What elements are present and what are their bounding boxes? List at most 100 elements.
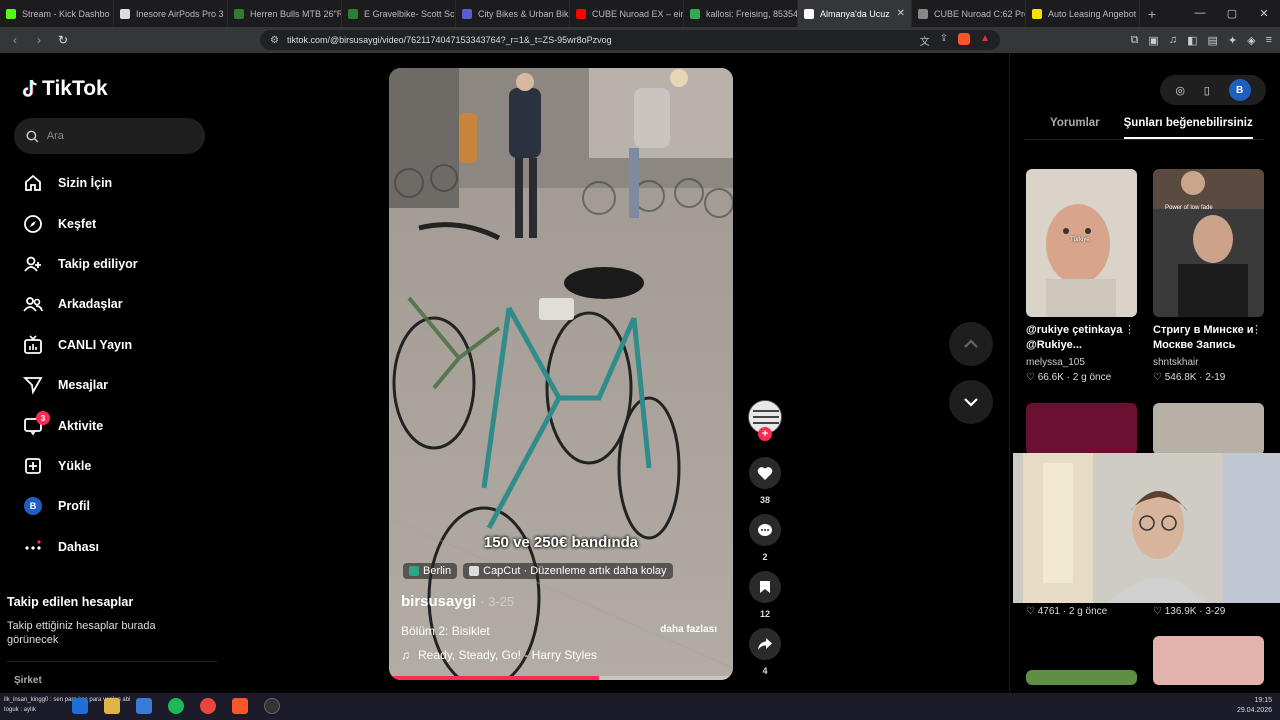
mobile-app-icon[interactable]: ▯ bbox=[1204, 84, 1210, 97]
close-tab-icon[interactable]: ✕ bbox=[897, 8, 905, 19]
capcut-tag[interactable]: CapCut · Düzenleme artık daha kolay bbox=[463, 563, 673, 579]
suggested-video-card[interactable] bbox=[1153, 403, 1264, 455]
url-text[interactable]: tiktok.com/@birsusaygi/video/76211740471… bbox=[287, 35, 612, 45]
store-icon[interactable] bbox=[136, 698, 152, 714]
sidebar-item-home[interactable]: Sizin İçin bbox=[22, 163, 138, 203]
tiktok-logo[interactable]: TikTok bbox=[22, 77, 108, 101]
menu-icon[interactable]: ≡ bbox=[1266, 34, 1272, 47]
sidebar-item-following[interactable]: Takip ediliyor bbox=[22, 244, 138, 284]
sidebar-item-live[interactable]: CANLI Yayın bbox=[22, 325, 138, 365]
video-thumbnail[interactable] bbox=[1026, 670, 1137, 685]
bookmark-icon bbox=[760, 581, 770, 593]
browser-tab[interactable]: Stream - Kick Dashbo bbox=[0, 0, 114, 27]
video-thumbnail[interactable] bbox=[1153, 636, 1264, 685]
browser-tab[interactable]: E Gravelbike- Scott Sc bbox=[342, 0, 456, 27]
notification-badge: 3 bbox=[36, 411, 50, 426]
sidebar-item-compass[interactable]: Keşfet bbox=[22, 203, 138, 243]
maximize-icon[interactable]: ▢ bbox=[1216, 7, 1248, 20]
video-author[interactable]: birsusaygi · 3-25 bbox=[401, 593, 514, 610]
obs-icon[interactable] bbox=[264, 698, 280, 714]
card-username[interactable]: shntskhair bbox=[1153, 357, 1264, 368]
close-window-icon[interactable]: ✕ bbox=[1248, 7, 1280, 20]
like-button[interactable] bbox=[749, 457, 781, 489]
spotify-icon[interactable] bbox=[168, 698, 184, 714]
save-button[interactable] bbox=[749, 571, 781, 603]
author-name[interactable]: birsusaygi bbox=[401, 593, 476, 610]
company-link[interactable]: Şirket bbox=[14, 675, 42, 686]
sidebar-toggle-icon[interactable]: ◧ bbox=[1187, 34, 1197, 47]
browser-tab[interactable]: City Bikes & Urban Bik bbox=[456, 0, 570, 27]
card-title[interactable]: @rukiye çetinkaya @Rukiye... bbox=[1026, 323, 1137, 353]
forward-icon[interactable]: › bbox=[32, 33, 46, 47]
more-options-icon[interactable]: ⋮ bbox=[1124, 323, 1135, 336]
leo-icon[interactable]: ✦ bbox=[1228, 34, 1237, 47]
coin-icon[interactable]: ◎ bbox=[1175, 84, 1185, 97]
translate-icon[interactable]: 文 bbox=[920, 33, 930, 48]
search-box[interactable] bbox=[14, 118, 205, 154]
site-info-icon[interactable]: ⚙ bbox=[270, 35, 279, 46]
follow-plus-button[interactable]: + bbox=[758, 427, 772, 441]
location-tag[interactable]: Berlin bbox=[403, 563, 458, 579]
card-title[interactable]: Стригу в Минске и Москве Запись п... bbox=[1153, 323, 1264, 353]
brave-shield-icon[interactable] bbox=[958, 32, 971, 45]
rewards-icon[interactable]: ▲ bbox=[980, 33, 990, 48]
browser-tab[interactable]: CUBE Nuroad EX – ein bbox=[570, 0, 684, 27]
video-thumbnail[interactable] bbox=[1153, 403, 1264, 455]
messages-icon bbox=[22, 374, 44, 396]
chrome-icon[interactable] bbox=[200, 698, 216, 714]
system-clock[interactable]: 19:15 29.04.2026 bbox=[1237, 696, 1272, 716]
user-avatar[interactable]: B bbox=[1228, 79, 1251, 101]
suggested-video-card[interactable] bbox=[1026, 403, 1137, 455]
suggested-video-card[interactable] bbox=[1026, 670, 1137, 685]
file-explorer-icon[interactable] bbox=[104, 698, 120, 714]
tab-favicon-icon bbox=[6, 8, 16, 19]
vpn-icon[interactable]: ◈ bbox=[1247, 34, 1255, 47]
suggested-video-card[interactable] bbox=[1153, 636, 1264, 685]
browser-tab[interactable]: Auto Leasing Angebot bbox=[1026, 0, 1140, 27]
tab-title: kallosi: Freising, 85354 bbox=[706, 8, 798, 19]
music-title[interactable]: Ready, Steady, Go! - Harry Styles bbox=[418, 648, 597, 662]
minimize-icon[interactable]: — bbox=[1184, 7, 1216, 20]
sidebar-item-activity[interactable]: 3 Aktivite bbox=[22, 405, 138, 445]
tab-suggestions[interactable]: Şunları beğenebilirsiniz bbox=[1123, 117, 1253, 139]
browser-tab[interactable]: Herren Bulls MTB 26"R bbox=[228, 0, 342, 27]
video-thumbnail[interactable]: Power of low fade bbox=[1153, 169, 1264, 317]
top-icon-group: ◎ ▯ B bbox=[1160, 75, 1266, 105]
media-icon[interactable]: ♫ bbox=[1169, 34, 1177, 47]
sidebar-item-profile[interactable]: B Profil bbox=[22, 486, 138, 526]
reload-icon[interactable]: ↻ bbox=[56, 33, 70, 47]
video-thumbnail[interactable]: Türkiye bbox=[1026, 169, 1137, 317]
previous-video-button[interactable] bbox=[949, 322, 993, 366]
video-progress-bar[interactable] bbox=[389, 676, 733, 680]
sidebar-item-messages[interactable]: Mesajlar bbox=[22, 365, 138, 405]
sidebar-item-friends[interactable]: Arkadaşlar bbox=[22, 284, 138, 324]
search-input[interactable] bbox=[46, 130, 193, 142]
share-icon[interactable]: ⇪ bbox=[940, 33, 948, 48]
suggested-video-card[interactable]: Power of low fade Стригу в Минске и Моск… bbox=[1153, 169, 1264, 383]
music-info[interactable]: ♫ Ready, Steady, Go! - Harry Styles bbox=[401, 648, 597, 662]
tab-comments[interactable]: Yorumlar bbox=[1050, 117, 1100, 139]
browser-tab[interactable]: Inesore AirPods Pro 3 bbox=[114, 0, 228, 27]
browser-tab[interactable]: CUBE Nuroad C:62 Pro bbox=[912, 0, 1026, 27]
browser-tab[interactable]: kallosi: Freising, 85354 bbox=[684, 0, 798, 27]
wallet-icon[interactable]: ▤ bbox=[1207, 34, 1217, 47]
card-username[interactable]: melyssa_105 bbox=[1026, 357, 1137, 368]
extensions-icon[interactable]: ⧉ bbox=[1131, 34, 1139, 47]
browser-tab[interactable]: Almanya'da Ucuz ✕ bbox=[798, 0, 912, 27]
video-thumbnail[interactable] bbox=[1026, 403, 1137, 455]
more-options-icon[interactable]: ⋮ bbox=[1251, 323, 1262, 336]
back-icon[interactable]: ‹ bbox=[8, 33, 22, 47]
new-tab-button[interactable]: + bbox=[1140, 6, 1164, 22]
next-video-button[interactable] bbox=[949, 380, 993, 424]
comment-button[interactable] bbox=[749, 514, 781, 546]
address-bar[interactable]: ⚙ tiktok.com/@birsusaygi/video/762117404… bbox=[260, 30, 1000, 50]
screenshot-icon[interactable]: ▣ bbox=[1148, 34, 1158, 47]
more-button[interactable]: daha fazlası bbox=[660, 624, 717, 635]
suggested-video-card[interactable]: Türkiye @rukiye çetinkaya @Rukiye... ⋮ m… bbox=[1026, 169, 1137, 383]
edge-icon[interactable] bbox=[72, 698, 88, 714]
sidebar-item-more[interactable]: Dahası bbox=[22, 527, 138, 567]
video-player[interactable]: 150 ve 250€ bandında Berlin CapCut · Düz… bbox=[389, 68, 733, 680]
brave-icon[interactable] bbox=[232, 698, 248, 714]
share-button[interactable] bbox=[749, 628, 781, 660]
sidebar-item-upload[interactable]: Yükle bbox=[22, 446, 138, 486]
